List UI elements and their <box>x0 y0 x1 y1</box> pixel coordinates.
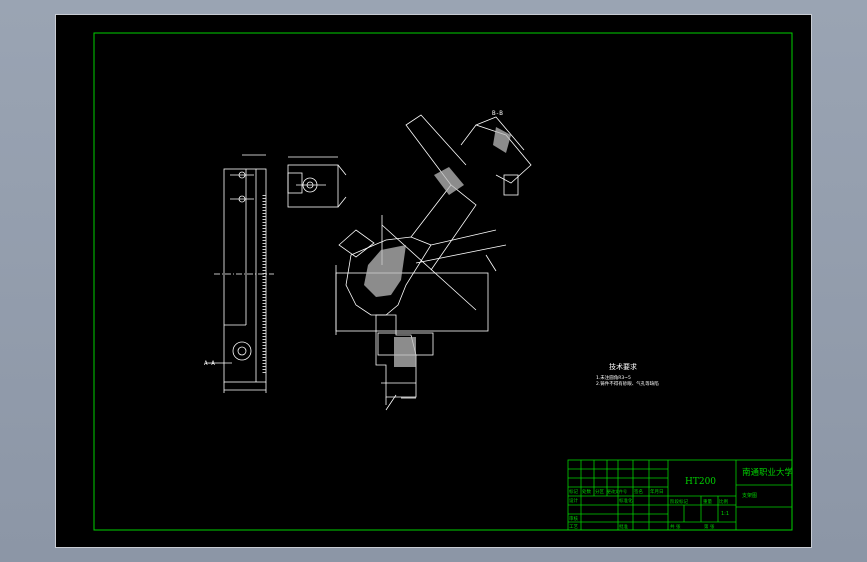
main-view <box>335 114 532 411</box>
tb-sheet-total: 共 张 <box>670 523 681 530</box>
section-label-b: B-B <box>492 110 503 117</box>
tb-standard: 标准化 <box>619 497 633 504</box>
detail-view-top <box>287 156 347 208</box>
tb-check: 审核 <box>569 515 578 522</box>
tech-note-2: 2.铸件不得有砂眼、气孔等缺陷 <box>596 380 659 387</box>
tb-approve: 批准 <box>619 523 628 530</box>
tb-date: 年月日 <box>650 488 664 495</box>
title-block-text: HT200 南通职业大学 支架图 标记 处数 分区 更改文件号 签名 年月日 设… <box>569 467 794 530</box>
drawing-border <box>93 32 793 531</box>
school-name: 南通职业大学 <box>742 467 794 478</box>
cad-drawing-canvas: A-A B-B 技术要求 1.未注圆角R3~5 2.铸件不得有砂眼、气孔等缺陷 … <box>93 32 794 531</box>
tb-weight: 重量 <box>703 498 712 505</box>
material-label: HT200 <box>685 477 716 487</box>
side-view <box>206 154 274 393</box>
tb-ratio: 比例 <box>719 498 728 505</box>
tb-sign: 签名 <box>634 488 643 495</box>
tech-title: 技术要求 <box>609 362 637 371</box>
tech-note-1: 1.未注圆角R3~5 <box>596 374 631 381</box>
tb-change-doc: 更改文件号 <box>607 488 627 494</box>
tb-sheet-no: 第 张 <box>704 523 715 530</box>
tb-process: 工艺 <box>569 524 578 530</box>
tb-count: 处数 <box>582 488 591 495</box>
drawing-name: 支架图 <box>742 492 757 499</box>
tb-design: 设计 <box>569 497 578 504</box>
tb-mark: 标记 <box>569 488 578 495</box>
cad-model-viewport[interactable]: A-A B-B 技术要求 1.未注圆角R3~5 2.铸件不得有砂眼、气孔等缺陷 … <box>55 14 812 548</box>
tb-zone: 分区 <box>595 488 604 495</box>
tb-stage: 阶段标记 <box>670 498 688 505</box>
tb-scale: 1:1 <box>721 511 729 517</box>
section-label-a: A-A <box>204 360 215 367</box>
